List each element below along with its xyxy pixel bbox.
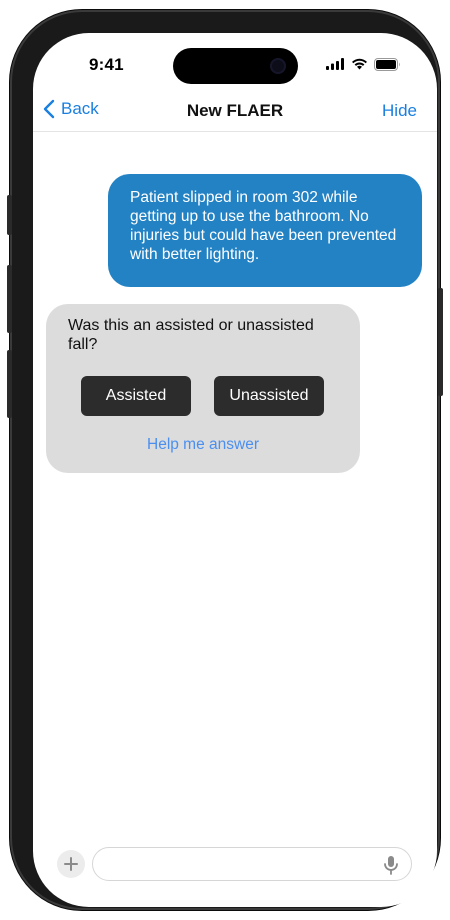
hide-button[interactable]: Hide xyxy=(382,101,417,121)
microphone-button[interactable] xyxy=(383,855,399,875)
microphone-icon xyxy=(384,856,398,875)
add-attachment-button[interactable] xyxy=(57,850,85,878)
message-input[interactable] xyxy=(92,847,412,881)
message-composer xyxy=(33,843,437,883)
answer-options: Assisted Unassisted xyxy=(81,376,324,416)
plus-icon xyxy=(64,857,78,871)
incoming-message-bubble: Was this an assisted or unassisted fall?… xyxy=(46,304,360,473)
volume-down-button xyxy=(7,350,12,418)
assisted-button[interactable]: Assisted xyxy=(81,376,191,416)
status-time: 9:41 xyxy=(89,55,124,74)
screen: 9:41 Back New FLAER Hide Patient slipped… xyxy=(33,33,437,907)
outgoing-message-text: Patient slipped in room 302 while gettin… xyxy=(130,189,397,263)
outgoing-message-bubble: Patient slipped in room 302 while gettin… xyxy=(108,174,422,287)
status-bar: 9:41 xyxy=(33,33,437,93)
page-title: New FLAER xyxy=(186,101,284,120)
question-text: Was this an assisted or unassisted fall? xyxy=(68,317,314,353)
dynamic-island xyxy=(173,48,298,84)
volume-up-button xyxy=(7,265,12,333)
cellular-signal-icon xyxy=(326,58,344,70)
phone-frame: 9:41 Back New FLAER Hide Patient slipped… xyxy=(7,10,443,910)
action-button xyxy=(7,195,12,235)
camera-icon xyxy=(270,58,286,74)
status-icons xyxy=(326,57,401,71)
battery-icon xyxy=(374,57,400,71)
help-me-answer-link[interactable]: Help me answer xyxy=(46,436,360,454)
wifi-icon xyxy=(352,58,367,70)
power-button xyxy=(438,288,443,396)
unassisted-button[interactable]: Unassisted xyxy=(214,376,324,416)
navigation-bar: Back New FLAER Hide xyxy=(33,93,437,132)
